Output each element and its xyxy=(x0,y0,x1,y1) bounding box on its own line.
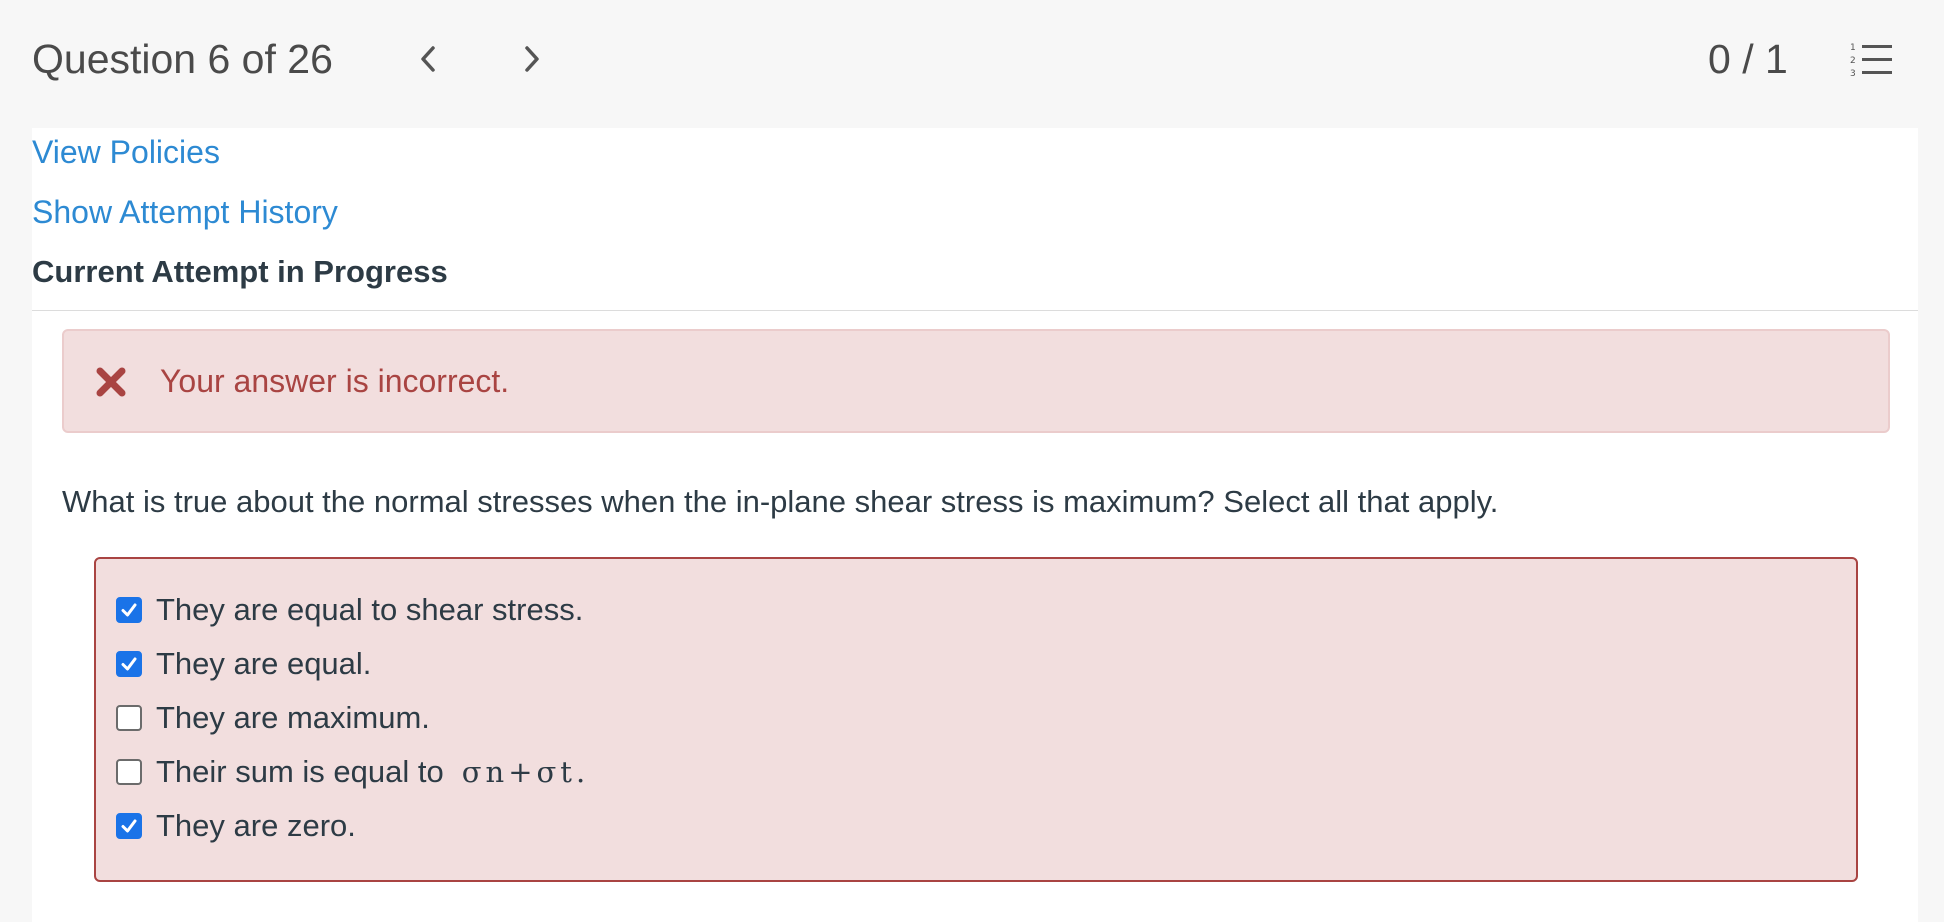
choice-label: They are zero. xyxy=(156,808,356,843)
close-icon xyxy=(96,367,126,397)
question-counter: Question 6 of 26 xyxy=(32,36,333,82)
question-content: View Policies Show Attempt History Curre… xyxy=(32,128,1918,922)
choice-option[interactable]: They are equal to shear stress. xyxy=(116,588,583,632)
math-expression: σn+σt. xyxy=(461,755,590,789)
alert-message: Your answer is incorrect. xyxy=(160,363,510,399)
svg-text:1: 1 xyxy=(1850,43,1856,53)
question-text: What is true about the normal stresses w… xyxy=(62,484,1499,519)
svg-text:2: 2 xyxy=(1850,56,1856,66)
attempt-status: Current Attempt in Progress xyxy=(32,254,448,289)
chevron-right-icon xyxy=(525,46,539,72)
checkbox-unchecked[interactable] xyxy=(116,759,142,785)
choice-label: They are maximum. xyxy=(156,700,430,735)
checkbox-checked[interactable] xyxy=(116,651,142,677)
choice-option[interactable]: They are equal. xyxy=(116,642,371,686)
divider xyxy=(32,310,1918,311)
next-question-button[interactable] xyxy=(509,36,555,82)
checkmark-icon xyxy=(121,819,137,833)
previous-question-button[interactable] xyxy=(405,36,451,82)
question-list-button[interactable]: 1 2 3 xyxy=(1848,40,1896,80)
choice-option[interactable]: They are maximum. xyxy=(116,696,430,740)
checkmark-icon xyxy=(121,603,137,617)
choice-option[interactable]: Their sum is equal to σn+σt. xyxy=(116,750,589,794)
question-score: 0 / 1 xyxy=(1708,36,1788,82)
choice-label: They are equal. xyxy=(156,646,372,681)
choice-label: They are equal to shear stress. xyxy=(156,592,584,627)
choice-option[interactable]: They are zero. xyxy=(116,804,356,848)
checkbox-checked[interactable] xyxy=(116,813,142,839)
checkmark-icon xyxy=(121,657,137,671)
chevron-left-icon xyxy=(421,46,435,72)
show-attempt-history-link[interactable]: Show Attempt History xyxy=(32,192,338,232)
view-policies-link[interactable]: View Policies xyxy=(32,132,220,172)
answer-choices: They are equal to shear stress. They are… xyxy=(94,557,1858,882)
checkbox-unchecked[interactable] xyxy=(116,705,142,731)
question-header: Question 6 of 26 0 / 1 1 2 3 xyxy=(0,0,1944,128)
choice-label: Their sum is equal to xyxy=(156,754,444,789)
checkbox-checked[interactable] xyxy=(116,597,142,623)
incorrect-answer-alert: Your answer is incorrect. xyxy=(62,329,1890,433)
numbered-list-icon: 1 2 3 xyxy=(1850,43,1892,79)
svg-text:3: 3 xyxy=(1850,69,1856,79)
